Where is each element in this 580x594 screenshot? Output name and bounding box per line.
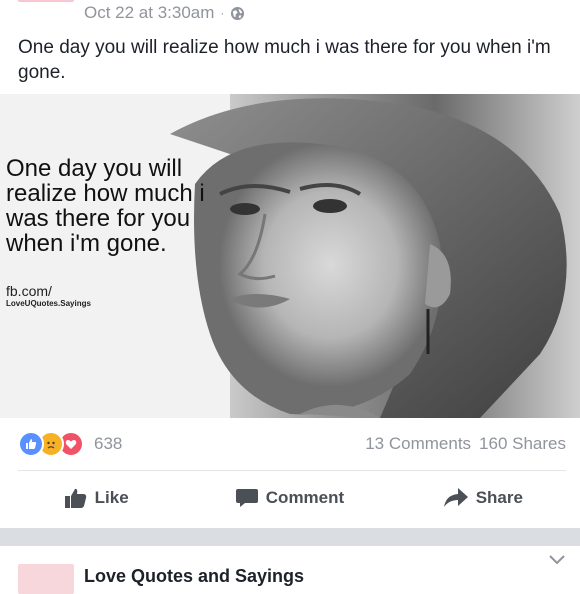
- reaction-icons[interactable]: [18, 431, 84, 457]
- post-timestamp[interactable]: Oct 22 at 3:30am: [84, 3, 214, 23]
- post-caption: One day you will realize how much i was …: [18, 37, 551, 83]
- engagement-counts: 13 Comments 160 Shares: [365, 434, 566, 454]
- globe-icon[interactable]: [230, 6, 245, 21]
- share-button[interactable]: Share: [387, 488, 580, 508]
- comment-label: Comment: [265, 488, 345, 507]
- like-label: Like: [94, 488, 129, 507]
- meta-separator: ·: [220, 6, 225, 20]
- actions-divider: [18, 470, 566, 471]
- feed-post: Oct 22 at 3:30am · One day you will real…: [0, 0, 580, 528]
- post-actions: Like Comment Share: [0, 472, 580, 524]
- share-label: Share: [475, 488, 523, 507]
- reaction-count[interactable]: 638: [94, 434, 122, 454]
- comment-button[interactable]: Comment: [193, 488, 386, 508]
- next-feed-post: Love Quotes and Sayings: [0, 546, 580, 594]
- thumbs-up-icon: [64, 488, 86, 508]
- share-arrow-icon: [443, 488, 468, 507]
- post-image[interactable]: One day you will realize how much i was …: [0, 94, 580, 418]
- comment-icon: [235, 489, 258, 507]
- chevron-down-icon[interactable]: [548, 554, 566, 566]
- next-page-avatar[interactable]: [18, 564, 74, 594]
- image-url-text: fb.com/: [6, 283, 52, 299]
- like-button[interactable]: Like: [0, 488, 193, 508]
- like-reaction-icon: [18, 431, 44, 457]
- image-page-text: LoveUQuotes.Sayings: [6, 299, 91, 308]
- comments-count[interactable]: 13 Comments: [365, 434, 471, 454]
- shares-count[interactable]: 160 Shares: [479, 434, 566, 454]
- page-avatar[interactable]: [18, 0, 74, 2]
- reactions-bar: 638 13 Comments 160 Shares: [18, 430, 566, 458]
- image-quote-text: One day you will realize how much i was …: [6, 155, 205, 257]
- feed-separator: [0, 528, 580, 546]
- next-page-name[interactable]: Love Quotes and Sayings: [84, 566, 304, 587]
- post-meta: Oct 22 at 3:30am ·: [84, 3, 245, 23]
